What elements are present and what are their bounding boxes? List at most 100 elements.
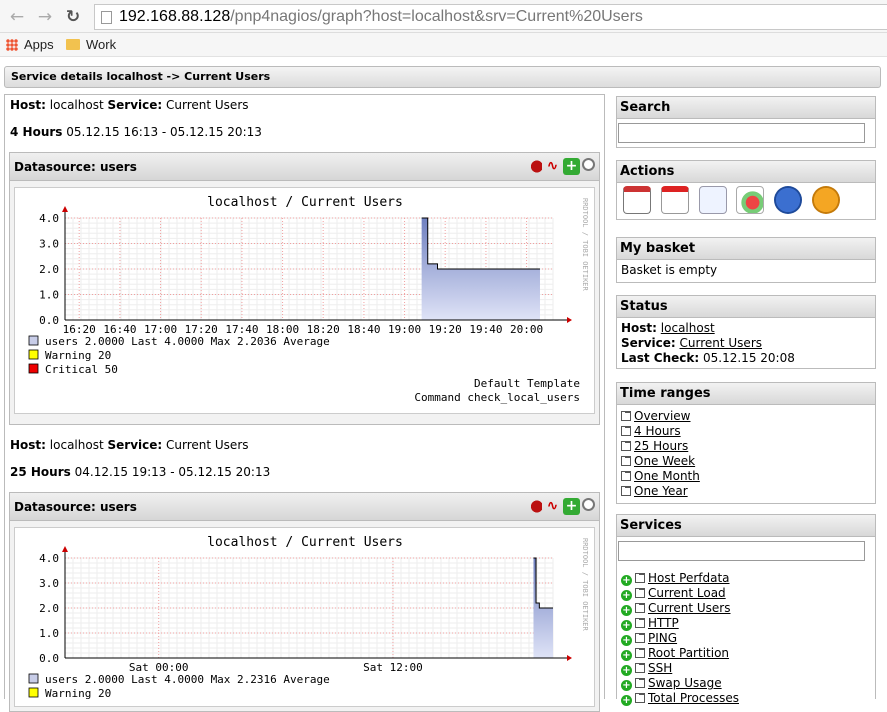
legend-warning: Warning 20 — [45, 349, 111, 362]
host-value: localhost — [49, 438, 104, 452]
range-label: 4 Hours — [10, 125, 63, 139]
x-axis-arrow — [567, 317, 572, 323]
y-tick-label: 1.0 — [39, 289, 59, 302]
time-ranges-title: Time ranges — [617, 383, 875, 405]
range-label: 25 Hours — [10, 465, 71, 479]
time-range-label: 25 Hours — [634, 439, 689, 453]
time-range-25-hours[interactable]: 25 Hours — [621, 439, 871, 454]
external-link-icon — [621, 411, 631, 421]
external-link-icon — [621, 471, 631, 481]
service-label: Current Load — [648, 586, 726, 600]
host-service-line: Host: localhost Service: Current Users — [10, 98, 249, 112]
add-icon[interactable]: + — [621, 620, 632, 631]
add-icon[interactable]: + — [621, 605, 632, 616]
info-icon[interactable] — [774, 186, 803, 214]
xml-icon[interactable] — [698, 186, 727, 214]
graph-image[interactable]: localhost / Current Users RRDTOOL / TOBI … — [14, 187, 595, 414]
status-box: Status Host: localhost Service: Current … — [616, 295, 876, 369]
service-swap-usage[interactable]: + Swap Usage — [621, 676, 871, 691]
service-ssh[interactable]: + SSH — [621, 661, 871, 676]
bookmark-apps[interactable]: Apps — [6, 36, 54, 54]
external-link-icon — [621, 426, 631, 436]
service-host-perfdata[interactable]: + Host Perfdata — [621, 571, 871, 586]
bookmark-label: Apps — [24, 37, 54, 52]
x-tick-label: Sat 12:00 — [363, 661, 423, 674]
graph-wave-icon[interactable]: ∿ — [544, 158, 561, 175]
host-label: Host: — [10, 438, 46, 452]
apps-grid-icon — [6, 39, 18, 51]
time-range-one-week[interactable]: One Week — [621, 454, 871, 469]
megaphone-icon[interactable] — [525, 158, 542, 175]
legend-users: users 2.0000 Last 4.0000 Max 2.2316 Aver… — [45, 673, 330, 686]
browser-toolbar: ← → ↻ 192.168.88.128/pnp4nagios/graph?ho… — [0, 0, 887, 33]
pdf-icon[interactable] — [660, 186, 689, 214]
template-label: Default Template — [474, 377, 580, 390]
command-label: Command check_local_users — [414, 391, 580, 404]
services-filter-input[interactable] — [618, 541, 865, 561]
time-range-one-year[interactable]: One Year — [621, 484, 871, 499]
add-icon[interactable]: + — [621, 590, 632, 601]
zoom-icon[interactable] — [582, 158, 595, 171]
service-label: Total Processes — [648, 691, 739, 705]
status-service-label: Service: — [621, 336, 676, 350]
service-current-users[interactable]: + Current Users — [621, 601, 871, 616]
external-link-icon — [635, 678, 645, 688]
y-tick-label: 0.0 — [39, 652, 59, 665]
reload-icon[interactable]: ↻ — [62, 6, 84, 28]
service-root-partition[interactable]: + Root Partition — [621, 646, 871, 661]
time-range-one-month[interactable]: One Month — [621, 469, 871, 484]
service-ping[interactable]: + PING — [621, 631, 871, 646]
sidebar: Search Actions My basket Basket is empty… — [611, 94, 887, 706]
add-icon[interactable]: + — [621, 680, 632, 691]
calendar-icon[interactable] — [623, 186, 651, 214]
forward-arrow-icon[interactable]: → — [34, 6, 56, 28]
bookmark-work[interactable]: Work — [66, 36, 116, 54]
add-icon[interactable]: + — [621, 635, 632, 646]
zoom-icon[interactable] — [582, 498, 595, 511]
external-link-icon — [635, 618, 645, 628]
address-bar[interactable]: 192.168.88.128/pnp4nagios/graph?host=loc… — [94, 4, 887, 30]
graph-side-label: RRDTOOL / TOBI OETIKER — [581, 538, 589, 632]
url-path: /pnp4nagios/graph?host=localhost&srv=Cur… — [230, 8, 643, 25]
add-basket-icon[interactable]: + — [563, 158, 580, 175]
service-label: Swap Usage — [648, 676, 722, 690]
chart-icon[interactable] — [736, 186, 765, 214]
time-range-label: One Year — [634, 484, 688, 498]
graph-wave-icon[interactable]: ∿ — [544, 498, 561, 515]
add-icon[interactable]: + — [621, 665, 632, 676]
status-body: Host: localhost Service: Current Users L… — [617, 318, 875, 369]
external-link-icon — [621, 441, 631, 451]
status-host-link[interactable]: localhost — [661, 321, 715, 335]
legend-swatch-critical — [28, 363, 39, 374]
x-tick-label: 19:00 — [388, 323, 421, 336]
legend-users: users 2.0000 Last 4.0000 Max 2.2036 Aver… — [45, 335, 330, 348]
time-range-4-hours[interactable]: 4 Hours — [621, 424, 871, 439]
datasource-box: Datasource: users ∿ + localhost / Current… — [9, 492, 600, 712]
status-lastcheck-value: 05.12.15 20:08 — [703, 351, 795, 365]
rrd-graph-4h: localhost / Current Users RRDTOOL / TOBI … — [28, 195, 589, 404]
add-basket-icon[interactable]: + — [563, 498, 580, 515]
add-icon[interactable]: + — [621, 695, 632, 706]
add-icon[interactable]: + — [621, 575, 632, 586]
y-tick-label: 1.0 — [39, 627, 59, 640]
folder-icon — [66, 39, 80, 50]
status-service-link[interactable]: Current Users — [680, 336, 763, 350]
megaphone-icon[interactable] — [525, 498, 542, 515]
legend-swatch-users — [28, 335, 39, 346]
search-input[interactable] — [618, 123, 865, 143]
add-icon[interactable]: + — [621, 650, 632, 661]
time-range-overview[interactable]: Overview — [621, 409, 871, 424]
help-icon[interactable] — [812, 186, 841, 214]
service-value: Current Users — [166, 98, 249, 112]
service-http[interactable]: + HTTP — [621, 616, 871, 631]
y-axis-arrow — [62, 206, 68, 212]
services-list: + Host Perfdata + Current Load + Current Us… — [617, 563, 875, 709]
external-link-icon — [635, 663, 645, 673]
back-arrow-icon[interactable]: ← — [6, 6, 28, 28]
graph-image[interactable]: localhost / Current Users RRDTOOL / TOBI … — [14, 527, 595, 707]
time-range-label: 4 Hours — [634, 424, 681, 438]
host-service-line: Host: localhost Service: Current Users — [10, 438, 249, 452]
service-label: Service: — [107, 98, 163, 112]
y-tick-label: 0.0 — [39, 314, 59, 327]
service-current-load[interactable]: + Current Load — [621, 586, 871, 601]
